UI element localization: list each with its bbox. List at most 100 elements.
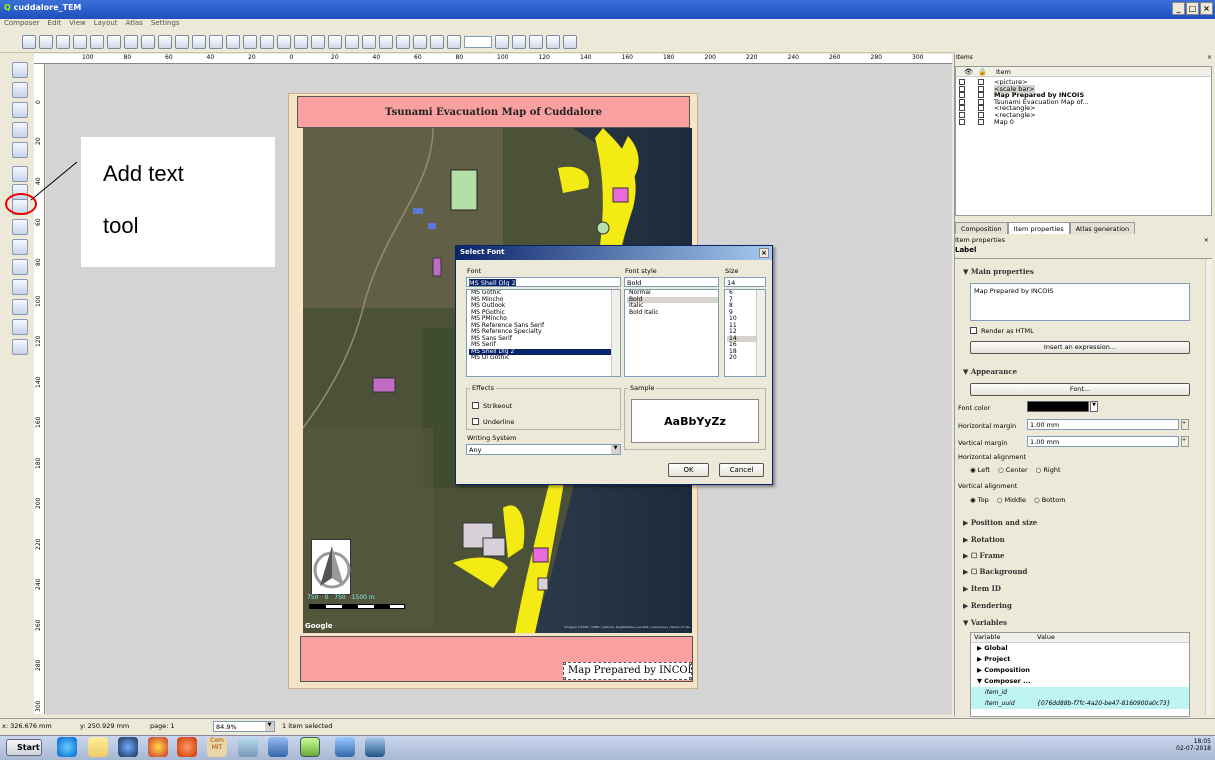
font-button[interactable]: Font... [970,383,1190,396]
group-icon[interactable] [311,34,325,49]
next-feature-icon[interactable] [495,34,509,49]
horizontal-margin-input[interactable]: 1.00 mm [1027,419,1179,430]
writing-system-select[interactable]: Any ▼ [466,444,621,455]
add-shape-icon[interactable] [12,259,28,275]
ok-button[interactable]: OK [668,463,709,477]
print-atlas-icon[interactable] [529,34,543,49]
resize-handle[interactable] [564,677,566,679]
zoom-out-icon[interactable] [277,34,291,49]
spinner-icon[interactable]: ÷ [1181,436,1189,447]
search-icon[interactable] [365,737,385,757]
radio-center[interactable]: ○ Center [998,466,1028,474]
font-list-item[interactable]: MS UI Gothic [469,354,620,362]
folder-icon[interactable] [88,737,108,757]
font-input[interactable]: MS Shell Dlg 2 [469,279,516,286]
section-variables[interactable]: ▼ Variables [963,618,1007,627]
visibility-checkbox[interactable] [959,105,965,112]
radio-left[interactable]: ◉ Left [970,466,990,474]
menu-edit[interactable]: Edit [48,19,62,31]
close-icon[interactable]: × [1204,236,1209,244]
open-template-icon[interactable] [90,34,104,49]
ungroup-icon[interactable] [328,34,342,49]
atlas-preview-icon[interactable] [413,34,427,49]
dialog-close-button[interactable]: × [759,248,769,258]
visibility-checkbox[interactable] [959,85,965,92]
variables-table[interactable]: Variable Value ▶ Global ▶ Project ▶ Comp… [970,632,1190,717]
radio-bottom[interactable]: ○ Bottom [1034,496,1066,504]
resize-handle[interactable] [564,663,566,665]
new-composer-icon[interactable] [39,34,53,49]
radio-top[interactable]: ◉ Top [970,496,989,504]
items-list[interactable]: 👁 🔒 Item <picture> <scale bar> Map Prepare… [955,66,1212,216]
select-tool-icon[interactable] [12,102,28,118]
lock-checkbox[interactable] [978,92,984,99]
size-input[interactable]: 14 [727,279,735,286]
com-mit-icon[interactable]: Com MIT [207,737,227,757]
vertical-margin-input[interactable]: 1.00 mm [1027,436,1179,447]
font-style-item[interactable]: Bold Italic [627,309,718,317]
lock-checkbox[interactable] [978,105,984,112]
resize-handle[interactable] [689,677,691,679]
menu-layout[interactable]: Layout [94,19,118,31]
credit-label[interactable]: Map Prepared by INCOIS [563,662,692,680]
refresh-icon[interactable] [294,34,308,49]
edit-nodes-icon[interactable] [12,142,28,158]
export-svg-icon[interactable] [158,34,172,49]
last-feature-icon[interactable] [512,34,526,49]
var-row-composition[interactable]: ▶ Composition [971,665,1189,676]
font-list-scrollbar[interactable] [611,290,620,376]
north-arrow[interactable] [311,539,351,595]
spinner-icon[interactable]: ÷ [1181,419,1189,430]
add-table-icon[interactable] [12,319,28,335]
map-title-label[interactable]: Tsunami Evacuation Map of Cuddalore [297,96,690,128]
tab-composition[interactable]: Composition [955,222,1008,234]
visibility-checkbox[interactable] [959,118,965,125]
chevron-down-icon[interactable]: ▼ [1090,401,1098,412]
visibility-checkbox[interactable] [959,79,965,85]
lock-icon[interactable] [345,34,359,49]
menu-settings[interactable]: Settings [151,19,180,31]
var-row-item-id[interactable]: item_id [971,687,1189,698]
section-position-size[interactable]: ▶ Position and size [963,518,1037,527]
var-row-composer[interactable]: ▼ Composer ... [971,676,1189,687]
font-style-input[interactable]: Bold [627,279,641,286]
label-text-area[interactable]: Map Prepared by INCOIS [970,283,1190,321]
radio-right[interactable]: ○ Right [1036,466,1061,474]
properties-scrollbar[interactable] [1205,259,1212,715]
visibility-checkbox[interactable] [959,98,965,105]
atlas-page-field[interactable] [464,35,492,48]
word-icon[interactable] [268,737,288,757]
zoom-tool-icon[interactable] [12,82,28,98]
lock-checkbox[interactable] [978,112,984,118]
section-main-properties[interactable]: ▼ Main properties [963,267,1034,276]
section-appearance[interactable]: ▼ Appearance [963,367,1017,376]
print-icon[interactable] [124,34,138,49]
prev-feature-icon[interactable] [447,34,461,49]
ie-icon[interactable] [57,737,77,757]
scale-bar[interactable]: 750 0 750 1500 m [307,594,417,614]
section-rendering[interactable]: ▶ Rendering [963,601,1012,610]
chrome-icon[interactable] [148,737,168,757]
lock-checkbox[interactable] [978,118,984,125]
menu-composer[interactable]: Composer [4,19,40,31]
section-rotation[interactable]: ▶ Rotation [963,535,1005,544]
atlas-settings-icon[interactable] [563,34,577,49]
insert-expression-button[interactable]: Insert an expression... [970,341,1190,354]
visibility-checkbox[interactable] [959,112,965,118]
lock-checkbox[interactable] [978,98,984,105]
export-pdf-icon[interactable] [175,34,189,49]
font-color-swatch[interactable] [1027,401,1089,412]
visibility-checkbox[interactable] [959,92,965,99]
add-legend-icon[interactable] [12,219,28,235]
paint-icon[interactable] [335,737,355,757]
section-item-id[interactable]: ▶ Item ID [963,584,1001,593]
tab-item-properties[interactable]: Item properties [1007,222,1070,234]
export-atlas-icon[interactable] [546,34,560,49]
move-content-icon[interactable] [12,122,28,138]
close-button[interactable]: × [1200,2,1213,15]
resize-handle[interactable] [689,663,691,665]
lock-checkbox[interactable] [978,79,984,85]
minimize-button[interactable]: _ [1172,2,1185,15]
first-feature-icon[interactable] [430,34,444,49]
size-list[interactable]: 6 7 8 9 10 11 12 14 16 18 20 [724,289,766,377]
